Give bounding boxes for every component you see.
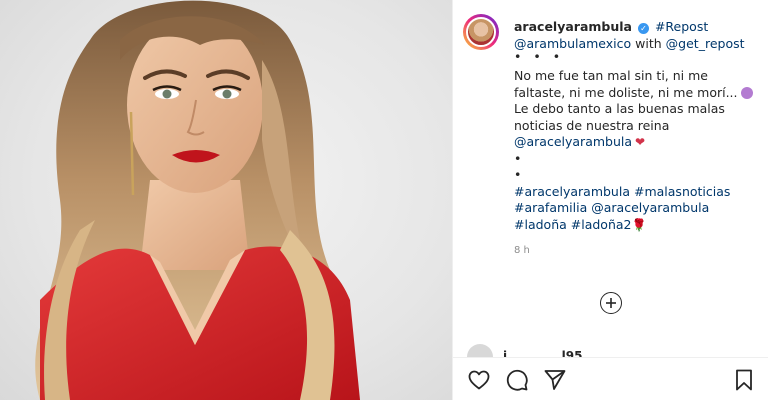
- post-actions: [467, 368, 567, 392]
- post-photo-illustration: [35, 0, 360, 400]
- caption-text-line3: Le debo tanto a las buenas malas: [514, 101, 725, 116]
- post-timestamp[interactable]: 8 h: [514, 243, 759, 260]
- avatar-photo: [466, 17, 496, 47]
- heart-icon[interactable]: [467, 368, 491, 392]
- hashtag-malasnoticias[interactable]: #malasnoticias: [634, 184, 730, 199]
- hashtag-ladona2[interactable]: #ladoña2: [571, 217, 632, 232]
- repost-hashtag[interactable]: #Repost: [655, 19, 708, 34]
- hashtag-arafamilia[interactable]: #arafamilia: [514, 200, 587, 215]
- credit-with-text: with: [635, 35, 662, 51]
- comment-icon[interactable]: [505, 368, 529, 392]
- post-caption: aracelyarambula ✓ #Repost @arambulamexic…: [514, 19, 759, 260]
- author-avatar[interactable]: [463, 14, 499, 50]
- hashtag-aracelyarambula[interactable]: #aracelyarambula: [514, 184, 630, 199]
- woman-emoji-icon: [740, 86, 753, 99]
- credit-app-mention[interactable]: @get_repost: [666, 36, 745, 51]
- bookmark-icon[interactable]: [732, 368, 756, 392]
- actions-divider: [453, 357, 768, 358]
- post-image[interactable]: [0, 0, 452, 400]
- caption-bullet-1: •: [514, 150, 522, 166]
- commenter-avatar[interactable]: [467, 344, 493, 358]
- caption-text-line2: faltaste, ni me doliste, ni me morí...: [514, 84, 738, 100]
- caption-bullet-2: •: [514, 167, 522, 182]
- plus-circle-icon: [606, 298, 616, 308]
- load-more-comments-button[interactable]: [600, 292, 622, 314]
- caption-mention[interactable]: @aracelyarambula: [514, 134, 632, 149]
- verified-badge-icon: ✓: [637, 23, 649, 34]
- caption-text-line4: noticias de nuestra reina: [514, 117, 670, 133]
- paper-plane-icon[interactable]: [543, 368, 567, 392]
- rose-emoji-icon: 🌹: [631, 217, 647, 232]
- caption-text-line1: No me fue tan mal sin ti, ni me: [514, 68, 708, 83]
- commenter-username[interactable]: i___ __ __ l95: [503, 344, 582, 358]
- caption-mention-2[interactable]: @aracelyarambula: [591, 200, 709, 215]
- post-side-panel: aracelyarambula ✓ #Repost @arambulamexic…: [452, 0, 768, 400]
- heart-emoji-icon: ❤: [635, 135, 646, 149]
- comment-row: i___ __ __ l95: [467, 344, 767, 358]
- hashtag-ladona[interactable]: #ladoña: [514, 217, 567, 232]
- caption-username[interactable]: aracelyarambula: [514, 19, 632, 34]
- caption-dots: • • •: [514, 49, 565, 64]
- author-row: [463, 14, 499, 50]
